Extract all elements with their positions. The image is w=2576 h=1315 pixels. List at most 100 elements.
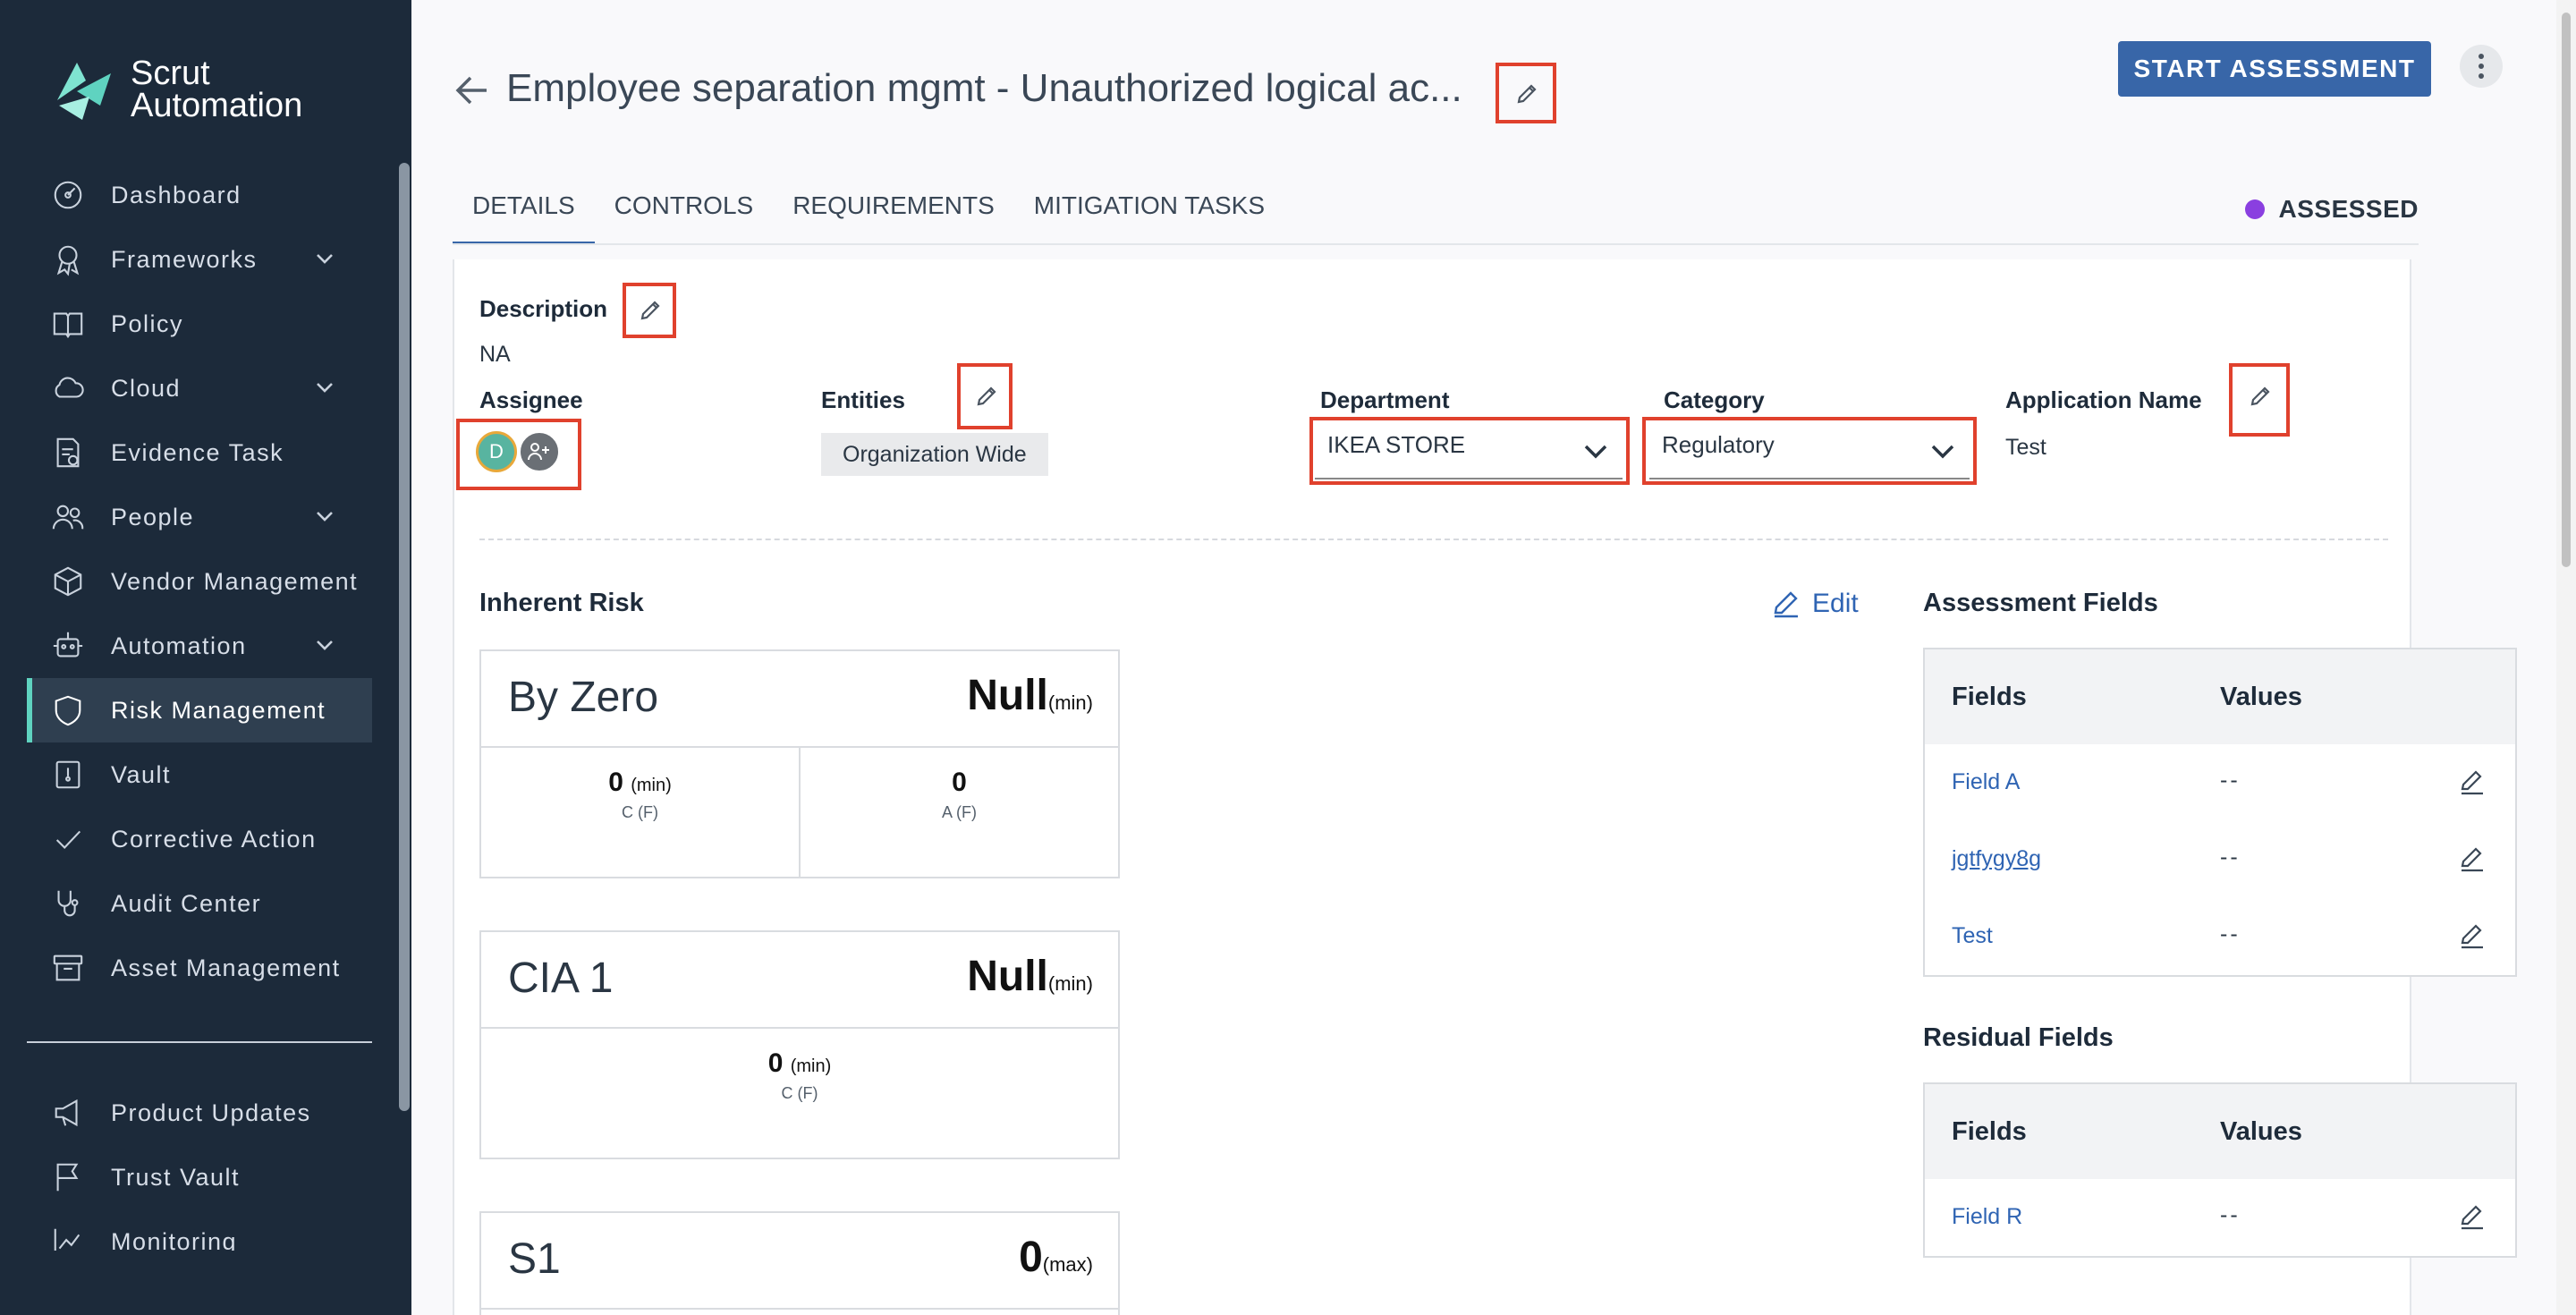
sidebar: Scrut Automation Dashboard Frameworks Po… bbox=[0, 0, 411, 1315]
sidebar-item-evidence-task[interactable]: Evidence Task bbox=[27, 420, 372, 485]
start-assessment-button[interactable]: START ASSESSMENT bbox=[2118, 41, 2431, 97]
risk-cell: 0 (min) C (F) bbox=[767, 1048, 832, 1102]
field-link[interactable]: Test bbox=[1952, 923, 1993, 949]
tabs-divider bbox=[453, 243, 2419, 245]
sidebar-item-policy[interactable]: Policy bbox=[27, 292, 372, 356]
avatar[interactable]: D bbox=[476, 431, 517, 472]
field-value: -- bbox=[2220, 1202, 2241, 1227]
flag-icon bbox=[50, 1159, 86, 1195]
sidebar-item-vault[interactable]: Vault bbox=[27, 742, 372, 807]
residual-fields-table: Fields Values Field R -- bbox=[1923, 1082, 2517, 1258]
entities-edit-highlight bbox=[957, 363, 1013, 429]
sidebar-item-label: Evidence Task bbox=[111, 438, 284, 466]
sidebar-item-label: Risk Management bbox=[111, 696, 326, 724]
sidebar-item-label: Automation bbox=[111, 632, 247, 659]
award-icon bbox=[50, 242, 86, 277]
sidebar-item-risk-management[interactable]: Risk Management bbox=[27, 678, 372, 742]
tab-bar: DETAILS CONTROLS REQUIREMENTS MITIGATION… bbox=[453, 179, 1284, 245]
tab-mitigation-tasks[interactable]: MITIGATION TASKS bbox=[1014, 179, 1284, 245]
field-link[interactable]: jgtfygy8g bbox=[1952, 846, 2041, 872]
field-value: -- bbox=[2220, 921, 2241, 946]
chevron-down-icon[interactable] bbox=[313, 247, 336, 270]
chart-icon bbox=[50, 1224, 86, 1251]
sidebar-item-label: Frameworks bbox=[111, 245, 258, 273]
chevron-down-icon[interactable] bbox=[313, 376, 336, 399]
sidebar-item-frameworks[interactable]: Frameworks bbox=[27, 227, 372, 292]
sidebar-item-label: Monitoring bbox=[111, 1227, 238, 1251]
category-select[interactable]: Regulatory bbox=[1649, 420, 1970, 479]
sidebar-item-cloud[interactable]: Cloud bbox=[27, 356, 372, 420]
sidebar-nav: Dashboard Frameworks Policy Cloud Eviden… bbox=[27, 163, 372, 1000]
sidebar-item-people[interactable]: People bbox=[27, 485, 372, 549]
assessment-fields-title: Assessment Fields bbox=[1923, 589, 2158, 617]
page-header: Employee separation mgmt - Unauthorized … bbox=[411, 0, 2576, 179]
chevron-down-icon[interactable] bbox=[313, 633, 336, 657]
tab-requirements[interactable]: REQUIREMENTS bbox=[773, 179, 1014, 245]
sidebar-scrollbar[interactable] bbox=[399, 163, 410, 1111]
field-link[interactable]: Field A bbox=[1952, 769, 2020, 795]
edit-icon[interactable] bbox=[2458, 921, 2487, 950]
sidebar-item-asset-management[interactable]: Asset Management bbox=[27, 936, 372, 1000]
sidebar-item-dashboard[interactable]: Dashboard bbox=[27, 163, 372, 227]
sidebar-item-corrective-action[interactable]: Corrective Action bbox=[27, 807, 372, 871]
sidebar-item-trust-vault[interactable]: Trust Vault bbox=[27, 1145, 372, 1209]
application-name-label: Application Name bbox=[2005, 386, 2202, 413]
application-name-edit-highlight bbox=[2229, 363, 2290, 437]
section-divider bbox=[479, 539, 2388, 540]
assessment-fields-table: Fields Values Field A -- jgtfygy8g -- Te… bbox=[1923, 648, 2517, 977]
page-scrollbar[interactable] bbox=[2556, 0, 2576, 1315]
pencil-icon[interactable] bbox=[2249, 385, 2272, 408]
inherent-risk-edit-link[interactable]: Edit bbox=[1771, 589, 1859, 619]
brand-line-2: Automation bbox=[131, 87, 303, 124]
megaphone-icon bbox=[50, 1095, 86, 1131]
risk-box-score: Null(min) bbox=[967, 672, 1093, 719]
table-row: Test -- bbox=[1925, 898, 2515, 975]
edit-link-label: Edit bbox=[1812, 589, 1859, 618]
edit-icon[interactable] bbox=[2458, 768, 2487, 796]
department-select[interactable]: IKEA STORE bbox=[1315, 420, 1623, 479]
stethoscope-icon bbox=[50, 886, 86, 921]
tab-controls[interactable]: CONTROLS bbox=[595, 179, 774, 245]
pencil-icon[interactable] bbox=[639, 299, 662, 322]
shield-icon bbox=[50, 692, 86, 728]
category-value: Regulatory bbox=[1662, 431, 1775, 458]
sidebar-item-audit-center[interactable]: Audit Center bbox=[27, 871, 372, 936]
category-label: Category bbox=[1664, 386, 1765, 413]
risk-cell: 0 A (F) bbox=[799, 748, 1118, 877]
pencil-icon[interactable] bbox=[975, 385, 998, 408]
status-dot-icon bbox=[2244, 199, 2265, 219]
sidebar-bottom-nav: Product Updates Trust Vault Monitoring bbox=[27, 1081, 372, 1251]
dashboard-icon bbox=[50, 177, 86, 213]
add-assignee-icon[interactable] bbox=[519, 431, 560, 472]
chevron-down-icon bbox=[1583, 440, 1608, 460]
entities-label: Entities bbox=[821, 386, 905, 413]
sidebar-item-label: Cloud bbox=[111, 374, 182, 402]
archive-icon bbox=[50, 950, 86, 986]
risk-box-s1: S1 0(max) bbox=[479, 1211, 1120, 1315]
page-title: Employee separation mgmt - Unauthorized … bbox=[506, 66, 1462, 110]
sidebar-item-product-updates[interactable]: Product Updates bbox=[27, 1081, 372, 1145]
pencil-icon[interactable] bbox=[1515, 82, 1538, 106]
more-options-icon[interactable] bbox=[2460, 45, 2503, 88]
edit-icon[interactable] bbox=[2458, 1202, 2487, 1231]
assignee-label: Assignee bbox=[479, 386, 583, 413]
sidebar-item-label: People bbox=[111, 503, 195, 530]
entity-chip[interactable]: Organization Wide bbox=[821, 433, 1048, 476]
sidebar-item-monitoring[interactable]: Monitoring bbox=[27, 1209, 372, 1251]
table-row: Field R -- bbox=[1925, 1179, 2515, 1256]
sidebar-item-automation[interactable]: Automation bbox=[27, 614, 372, 678]
department-label: Department bbox=[1320, 386, 1450, 413]
sidebar-item-vendor-management[interactable]: Vendor Management bbox=[27, 549, 372, 614]
risk-cell: 0 (min) C (F) bbox=[608, 768, 672, 821]
field-value: -- bbox=[2220, 844, 2241, 870]
risk-box-cia-1: CIA 1 Null(min) 0 (min) C (F) bbox=[479, 930, 1120, 1159]
edit-icon[interactable] bbox=[2458, 844, 2487, 873]
back-arrow-icon[interactable] bbox=[451, 70, 492, 111]
chevron-down-icon[interactable] bbox=[313, 505, 336, 528]
field-link[interactable]: Field R bbox=[1952, 1204, 2022, 1230]
tab-details[interactable]: DETAILS bbox=[453, 179, 595, 245]
title-edit-highlight bbox=[1496, 63, 1556, 123]
description-edit-highlight bbox=[623, 283, 676, 338]
brand-logo[interactable]: Scrut Automation bbox=[50, 55, 302, 123]
sidebar-item-label: Audit Center bbox=[111, 889, 262, 917]
